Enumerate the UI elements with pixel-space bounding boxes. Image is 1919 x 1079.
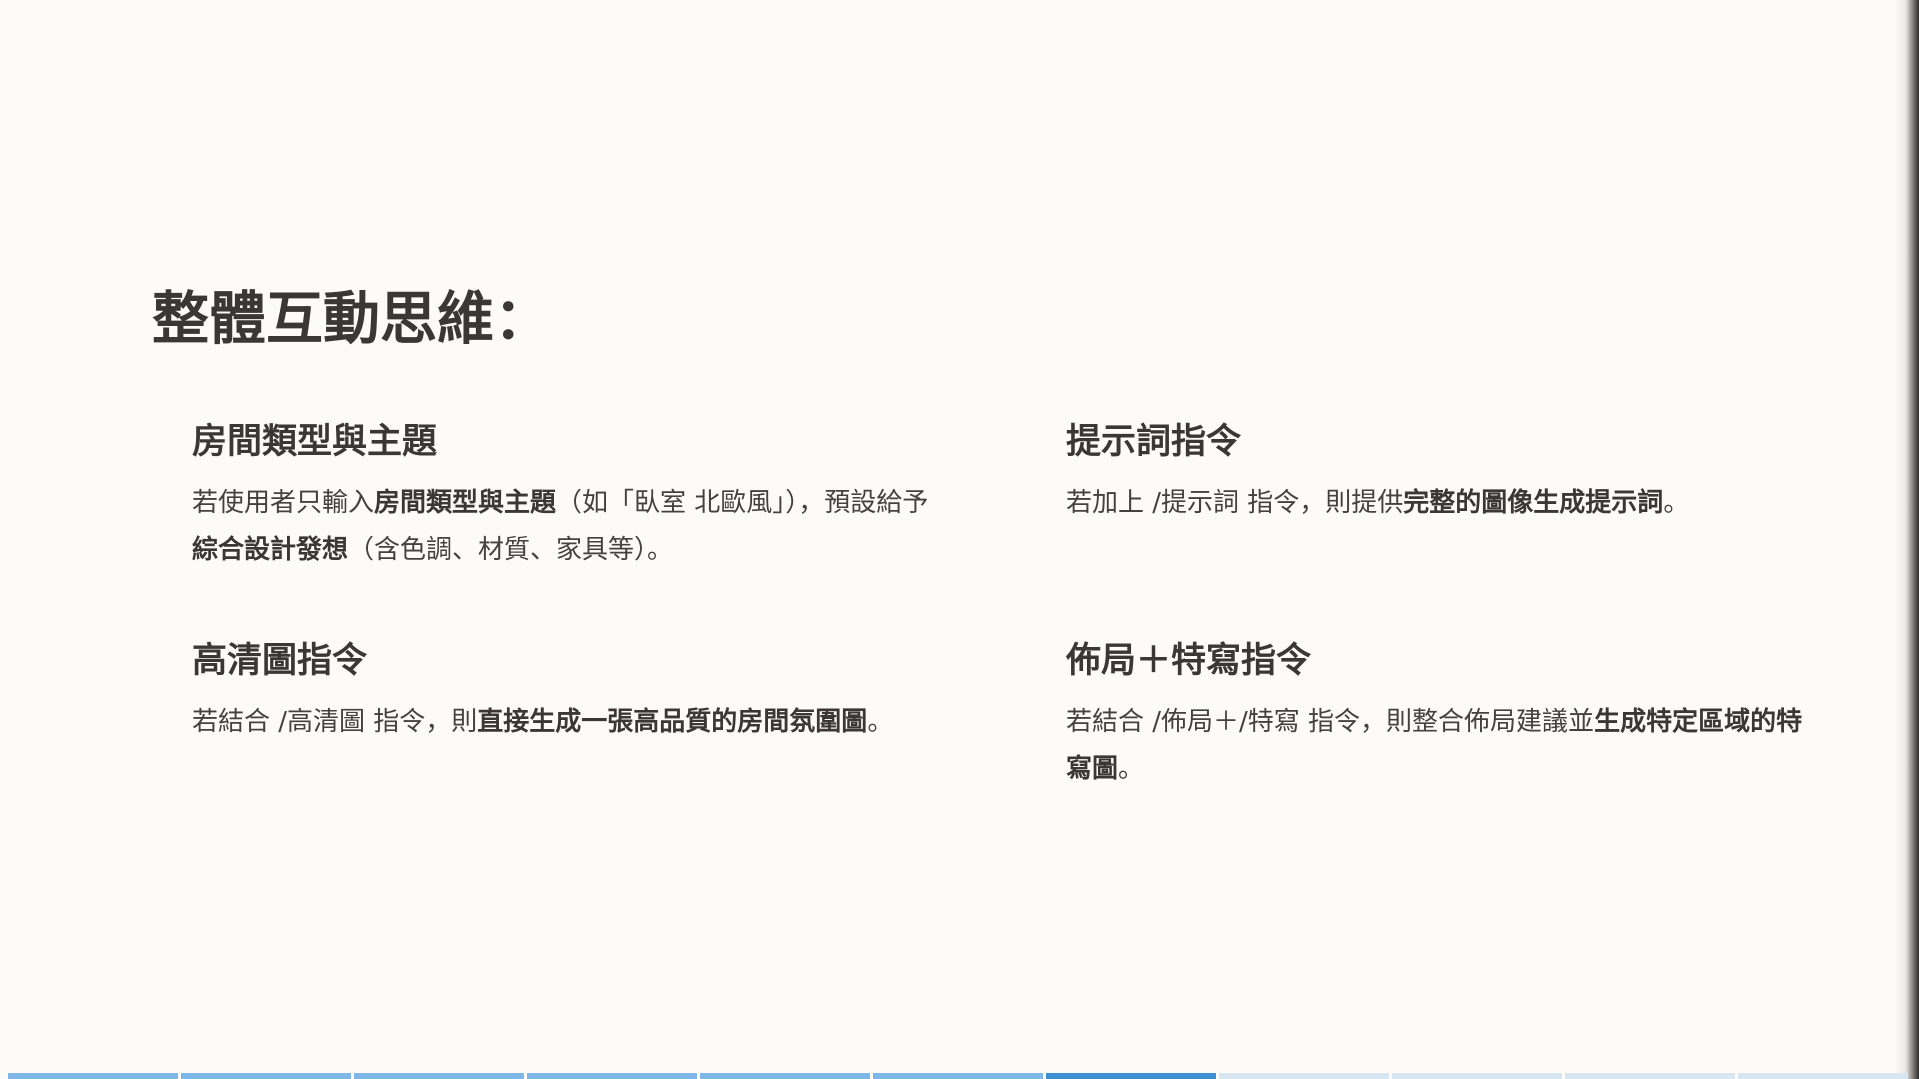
card-heading: 佈局＋特寫指令 <box>1066 641 1312 681</box>
body-emphasis: 完整的圖像生成提示詞 <box>1403 488 1664 518</box>
progress-segment-3[interactable] <box>354 1073 524 1079</box>
card-hd-image-command: 高清圖指令 若結合 /高清圖 指令，則直接生成一張高品質的房間氛圍圖。 <box>192 639 942 746</box>
body-text: 若使用者只輸入 <box>192 488 375 518</box>
progress-segment-6[interactable] <box>873 1073 1043 1079</box>
slide-title: 整體互動思維： <box>152 286 551 352</box>
card-prompt-command: 提示詞指令 若加上 /提示詞 指令，則提供完整的圖像生成提示詞。 <box>1066 420 1816 527</box>
progress-segment-8[interactable] <box>1219 1073 1389 1079</box>
slide: 整體互動思維： 房間類型與主題 若使用者只輸入房間類型與主題（如「臥室 北歐風」… <box>0 0 1895 1079</box>
progress-segment-1[interactable] <box>8 1073 178 1079</box>
card-body: 若結合 /高清圖 指令，則直接生成一張高品質的房間氛圍圖。 <box>192 699 942 746</box>
progress-segment-5[interactable] <box>700 1073 870 1079</box>
progress-segment-4[interactable] <box>527 1073 697 1079</box>
body-text: 若加上 /提示詞 指令，則提供 <box>1066 488 1404 518</box>
body-text: （含色調、材質、家具等）。 <box>348 535 674 565</box>
progress-segment-2[interactable] <box>181 1073 351 1079</box>
body-text: 。 <box>1118 754 1145 784</box>
card-room-type-theme: 房間類型與主題 若使用者只輸入房間類型與主題（如「臥室 北歐風」），預設給予綜合… <box>192 420 942 574</box>
progress-segment-11[interactable] <box>1738 1073 1908 1079</box>
progress-segment-7[interactable] <box>1046 1073 1216 1079</box>
body-text: 。 <box>1663 488 1690 518</box>
card-body: 若使用者只輸入房間類型與主題（如「臥室 北歐風」），預設給予綜合設計發想（含色調… <box>192 480 942 574</box>
card-heading: 高清圖指令 <box>192 641 368 681</box>
card-heading: 提示詞指令 <box>1066 422 1242 462</box>
body-text: 若結合 /佈局＋/特寫 指令，則整合佈局建議並 <box>1066 707 1595 737</box>
body-emphasis: 房間類型與主題 <box>374 488 557 518</box>
body-text: （如「臥室 北歐風」），預設給予 <box>556 488 929 518</box>
progress-segment-10[interactable] <box>1565 1073 1735 1079</box>
card-body: 若結合 /佈局＋/特寫 指令，則整合佈局建議並生成特定區域的特寫圖。 <box>1066 699 1816 793</box>
card-heading: 房間類型與主題 <box>192 422 438 462</box>
presentation-viewport: 整體互動思維： 房間類型與主題 若使用者只輸入房間類型與主題（如「臥室 北歐風」… <box>0 0 1919 1079</box>
card-body: 若加上 /提示詞 指令，則提供完整的圖像生成提示詞。 <box>1066 480 1816 527</box>
card-layout-closeup-command: 佈局＋特寫指令 若結合 /佈局＋/特寫 指令，則整合佈局建議並生成特定區域的特寫… <box>1066 639 1816 793</box>
progress-segment-9[interactable] <box>1392 1073 1562 1079</box>
body-emphasis: 直接生成一張高品質的房間氛圍圖 <box>477 707 868 737</box>
body-text: 。 <box>867 707 894 737</box>
window-edge-shadow <box>1895 0 1919 1079</box>
body-text: 若結合 /高清圖 指令，則 <box>192 707 478 737</box>
slide-progress-bar[interactable] <box>8 1073 1908 1079</box>
body-emphasis: 綜合設計發想 <box>192 535 349 565</box>
